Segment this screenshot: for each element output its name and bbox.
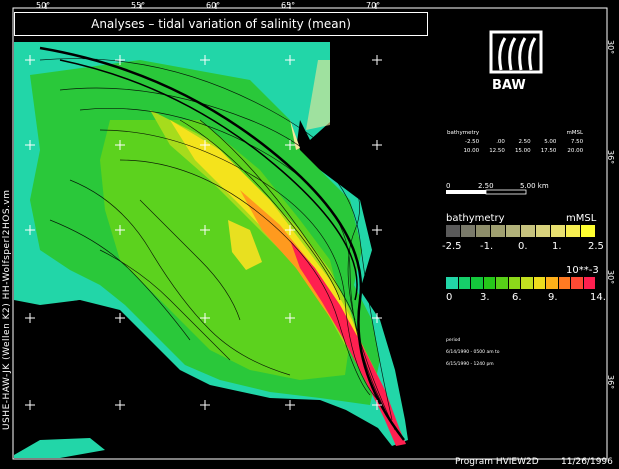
- table-cell: 15.00: [514, 148, 531, 154]
- bathymetry-legend-label: 0.: [518, 241, 528, 252]
- table-cell: mMSL: [566, 130, 584, 136]
- scale-label: 5.00 km: [520, 182, 549, 190]
- bathymetry-swatch: [536, 225, 551, 237]
- bathymetry-legend-swatches: [446, 225, 596, 237]
- table-cell: [511, 130, 535, 137]
- bathymetry-swatch: [581, 225, 596, 237]
- table-cell: [537, 130, 561, 137]
- bathymetry-swatch: [446, 225, 461, 237]
- table-row: -2.50 .00 2.50 5.00 7.50: [443, 139, 587, 146]
- salinity-swatch: [496, 277, 509, 289]
- table-cell: .00: [496, 139, 505, 145]
- salinity-legend-unit: 10**-3: [566, 265, 599, 276]
- salinity-swatch: [458, 277, 471, 289]
- program-label: Program HVIEW2D: [455, 457, 539, 467]
- salinity-swatch: [446, 277, 459, 289]
- salinity-legend-label: 0: [446, 292, 453, 303]
- salinity-swatch: [533, 277, 546, 289]
- salinity-legend-label: 9.: [548, 292, 558, 303]
- salinity-legend-label: 3.: [480, 292, 490, 303]
- salinity-legend-label: 14.: [590, 292, 606, 303]
- bathymetry-legend-label: -1.: [480, 241, 494, 252]
- table-cell: bathymetry: [447, 130, 480, 136]
- table-cell: -2.50: [464, 139, 480, 145]
- table-cell: [485, 130, 509, 137]
- bathymetry-legend-label: 1.: [552, 241, 562, 252]
- salinity-swatch: [571, 277, 584, 289]
- bathymetry-swatch: [566, 225, 581, 237]
- period-label: period: [446, 338, 461, 343]
- right-tick-label: 30°: [606, 40, 615, 55]
- bathymetry-legend-title: bathymetry: [446, 213, 505, 224]
- top-tick-label: 50°: [36, 1, 51, 10]
- top-tick-label: 65°: [281, 1, 296, 10]
- salinity-legend-label: 6.: [512, 292, 522, 303]
- table-row: 10.00 12.50 15.00 17.50 20.00: [443, 148, 587, 155]
- bathymetry-legend-unit: mMSL: [566, 213, 597, 224]
- top-tick-label: 70°: [366, 1, 381, 10]
- right-tick-label: 36°: [606, 150, 615, 165]
- salinity-legend-swatches: [446, 277, 596, 289]
- scale-label: 2.50: [478, 182, 494, 190]
- salinity-swatch: [471, 277, 484, 289]
- bathymetry-swatch: [506, 225, 521, 237]
- table-cell: 17.50: [540, 148, 557, 154]
- scale-bar: [446, 189, 527, 195]
- bathymetry-legend-label: 2.5: [588, 241, 604, 252]
- map-title: Analyses – tidal variation of salinity (…: [14, 12, 428, 36]
- bathymetry-swatch: [521, 225, 536, 237]
- salinity-swatch: [558, 277, 571, 289]
- date-label: 11/26/1996: [561, 457, 613, 467]
- logo-text: BAW: [492, 78, 526, 93]
- bathymetry-swatch: [476, 225, 491, 237]
- salinity-swatch: [483, 277, 496, 289]
- top-tick-label: 60°: [206, 1, 221, 10]
- table-cell: 12.50: [489, 148, 505, 154]
- salinity-swatch: [546, 277, 559, 289]
- table-row: bathymetry mMSL: [443, 130, 587, 137]
- table-cell: 7.50: [570, 139, 584, 145]
- bathymetry-swatch: [461, 225, 476, 237]
- right-tick-label: 36°: [606, 375, 615, 390]
- table-cell: 5.00: [544, 139, 557, 145]
- top-tick-label: 55°: [131, 1, 146, 10]
- bathymetry-swatch: [551, 225, 566, 237]
- table-cell: 20.00: [567, 148, 584, 154]
- period-end: 6/15/1990 - 1240 pm: [446, 362, 494, 367]
- scale-label: 0: [446, 182, 451, 190]
- table-cell: 10.00: [463, 148, 480, 154]
- salinity-swatch: [521, 277, 534, 289]
- period-start: 6/14/1990 - 0500 am to: [446, 350, 500, 355]
- right-tick-label: 30°: [606, 270, 615, 285]
- side-caption: USHE-HAW-JK (Wellen K2) HH-Wolfsperl2HOS…: [2, 189, 12, 430]
- bathymetry-table: bathymetry mMSL -2.50 .00 2.50 5.00 7.50…: [441, 128, 589, 157]
- bathymetry-legend-label: -2.5: [442, 241, 462, 252]
- bathymetry-swatch: [491, 225, 506, 237]
- salinity-swatch: [508, 277, 521, 289]
- salinity-swatch: [583, 277, 596, 289]
- table-cell: 2.50: [518, 139, 531, 145]
